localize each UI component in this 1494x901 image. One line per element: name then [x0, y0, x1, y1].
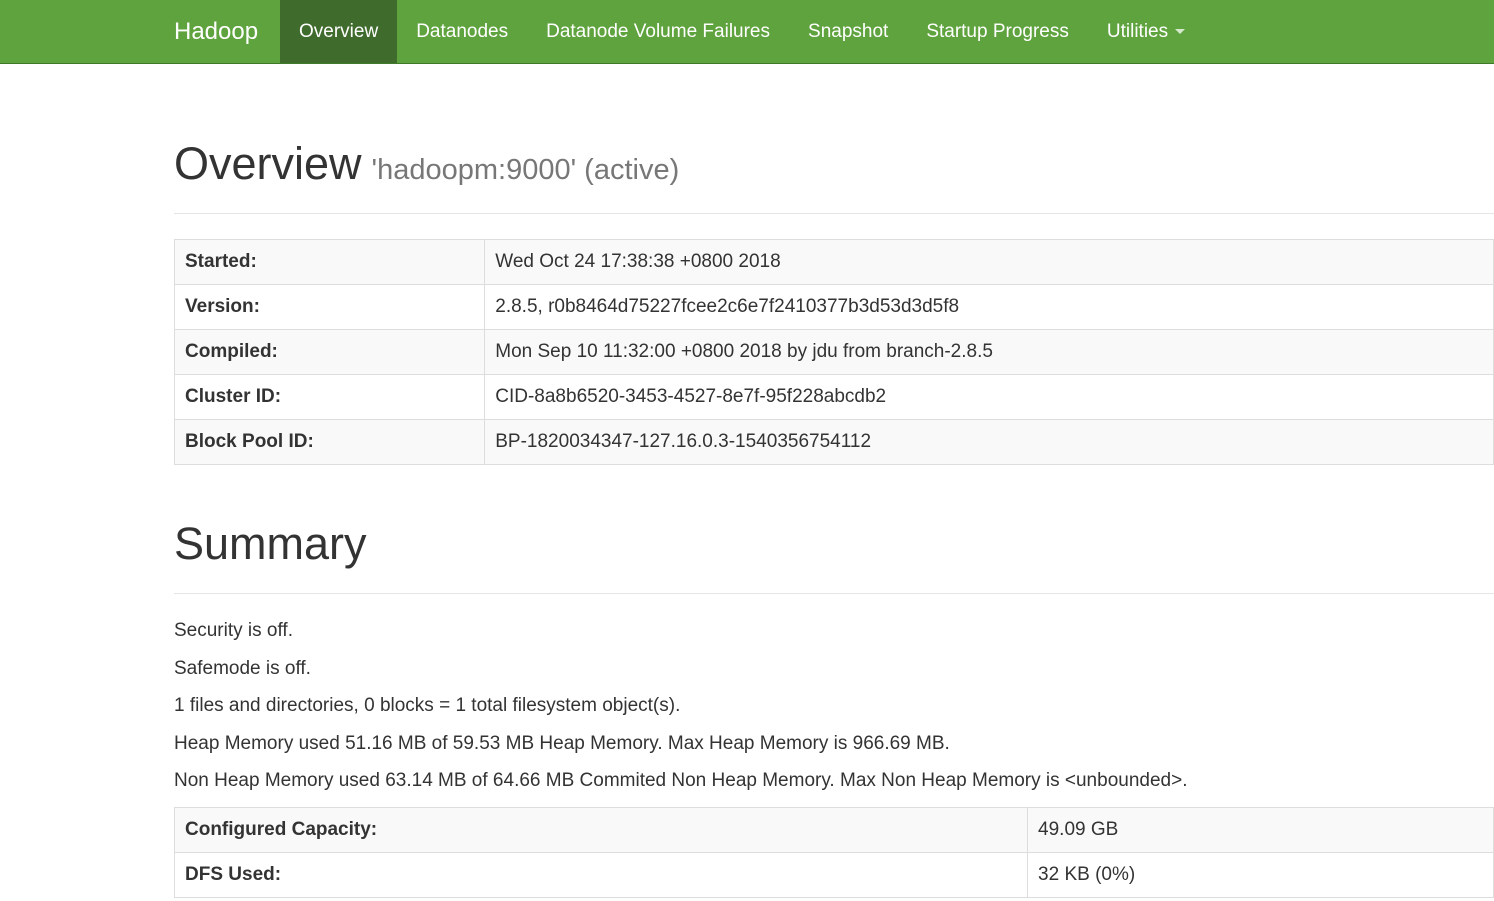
main-nav: Overview Datanodes Datanode Volume Failu…: [280, 0, 1204, 64]
summary-lines: Security is off. Safemode is off. 1 file…: [174, 620, 1187, 808]
table-row: Compiled: Mon Sep 10 11:32:00 +0800 2018…: [173, 329, 1494, 375]
nav-utilities-dropdown[interactable]: Utilities: [1088, 0, 1204, 63]
row-key: Compiled:: [173, 329, 486, 375]
nav-overview[interactable]: Overview: [280, 0, 398, 63]
row-value: 2.8.5, r0b8464d75227fcee2c6e7f2410377b3d…: [484, 284, 1494, 330]
nav-snapshot[interactable]: Snapshot: [789, 0, 907, 63]
overview-subtitle: 'hadoopm:9000' (active): [371, 154, 680, 186]
table-row: DFS Used: 32 KB (0%): [173, 852, 1494, 898]
summary-table: Configured Capacity: 49.09 GB DFS Used: …: [173, 807, 1494, 898]
row-key: Configured Capacity:: [173, 807, 1029, 853]
row-key: Started:: [173, 239, 486, 285]
nav-startup-progress[interactable]: Startup Progress: [907, 0, 1088, 63]
table-row: Configured Capacity: 49.09 GB: [173, 807, 1494, 853]
top-navbar: Hadoop Overview Datanodes Datanode Volum…: [0, 0, 1494, 64]
row-value: BP-1820034347-127.16.0.3-1540356754112: [484, 419, 1494, 465]
security-status: Security is off.: [174, 620, 293, 641]
row-value: Mon Sep 10 11:32:00 +0800 2018 by jdu fr…: [484, 329, 1494, 375]
nav-datanode-volume-failures[interactable]: Datanode Volume Failures: [527, 0, 789, 63]
heap-memory: Heap Memory used 51.16 MB of 59.53 MB He…: [174, 732, 950, 754]
table-row: Version: 2.8.5, r0b8464d75227fcee2c6e7f2…: [173, 284, 1494, 330]
table-row: Block Pool ID: BP-1820034347-127.16.0.3-…: [173, 419, 1494, 465]
row-value: 32 KB (0%): [1027, 852, 1494, 898]
row-key: Block Pool ID:: [173, 419, 486, 465]
table-row: Started: Wed Oct 24 17:38:38 +0800 2018: [173, 239, 1494, 285]
overview-table: Started: Wed Oct 24 17:38:38 +0800 2018 …: [173, 239, 1494, 465]
row-value: CID-8a8b6520-3453-4527-8e7f-95f228abcdb2: [484, 374, 1494, 420]
row-value: 49.09 GB: [1027, 807, 1494, 853]
nav-utilities-label: Utilities: [1106, 21, 1169, 42]
filesystem-objects: 1 files and directories, 0 blocks = 1 to…: [174, 695, 681, 716]
caret-down-icon: [1175, 29, 1186, 35]
nav-datanodes[interactable]: Datanodes: [397, 0, 527, 63]
summary-title: Summary: [174, 518, 367, 569]
non-heap-memory: Non Heap Memory used 63.14 MB of 64.66 M…: [174, 770, 1188, 791]
row-key: Cluster ID:: [173, 374, 486, 420]
row-key: Version:: [173, 284, 486, 330]
overview-title-text: Overview: [174, 138, 362, 189]
brand-logo[interactable]: Hadoop: [174, 0, 258, 64]
table-row: Cluster ID: CID-8a8b6520-3453-4527-8e7f-…: [173, 374, 1494, 420]
row-value: Wed Oct 24 17:38:38 +0800 2018: [484, 239, 1494, 285]
overview-title: Overview 'hadoopm:9000' (active): [174, 138, 1494, 196]
summary-header: Summary: [174, 514, 1494, 594]
row-key: DFS Used:: [173, 852, 1029, 898]
overview-header: Overview 'hadoopm:9000' (active): [174, 138, 1494, 214]
safemode-status: Safemode is off.: [174, 657, 311, 679]
